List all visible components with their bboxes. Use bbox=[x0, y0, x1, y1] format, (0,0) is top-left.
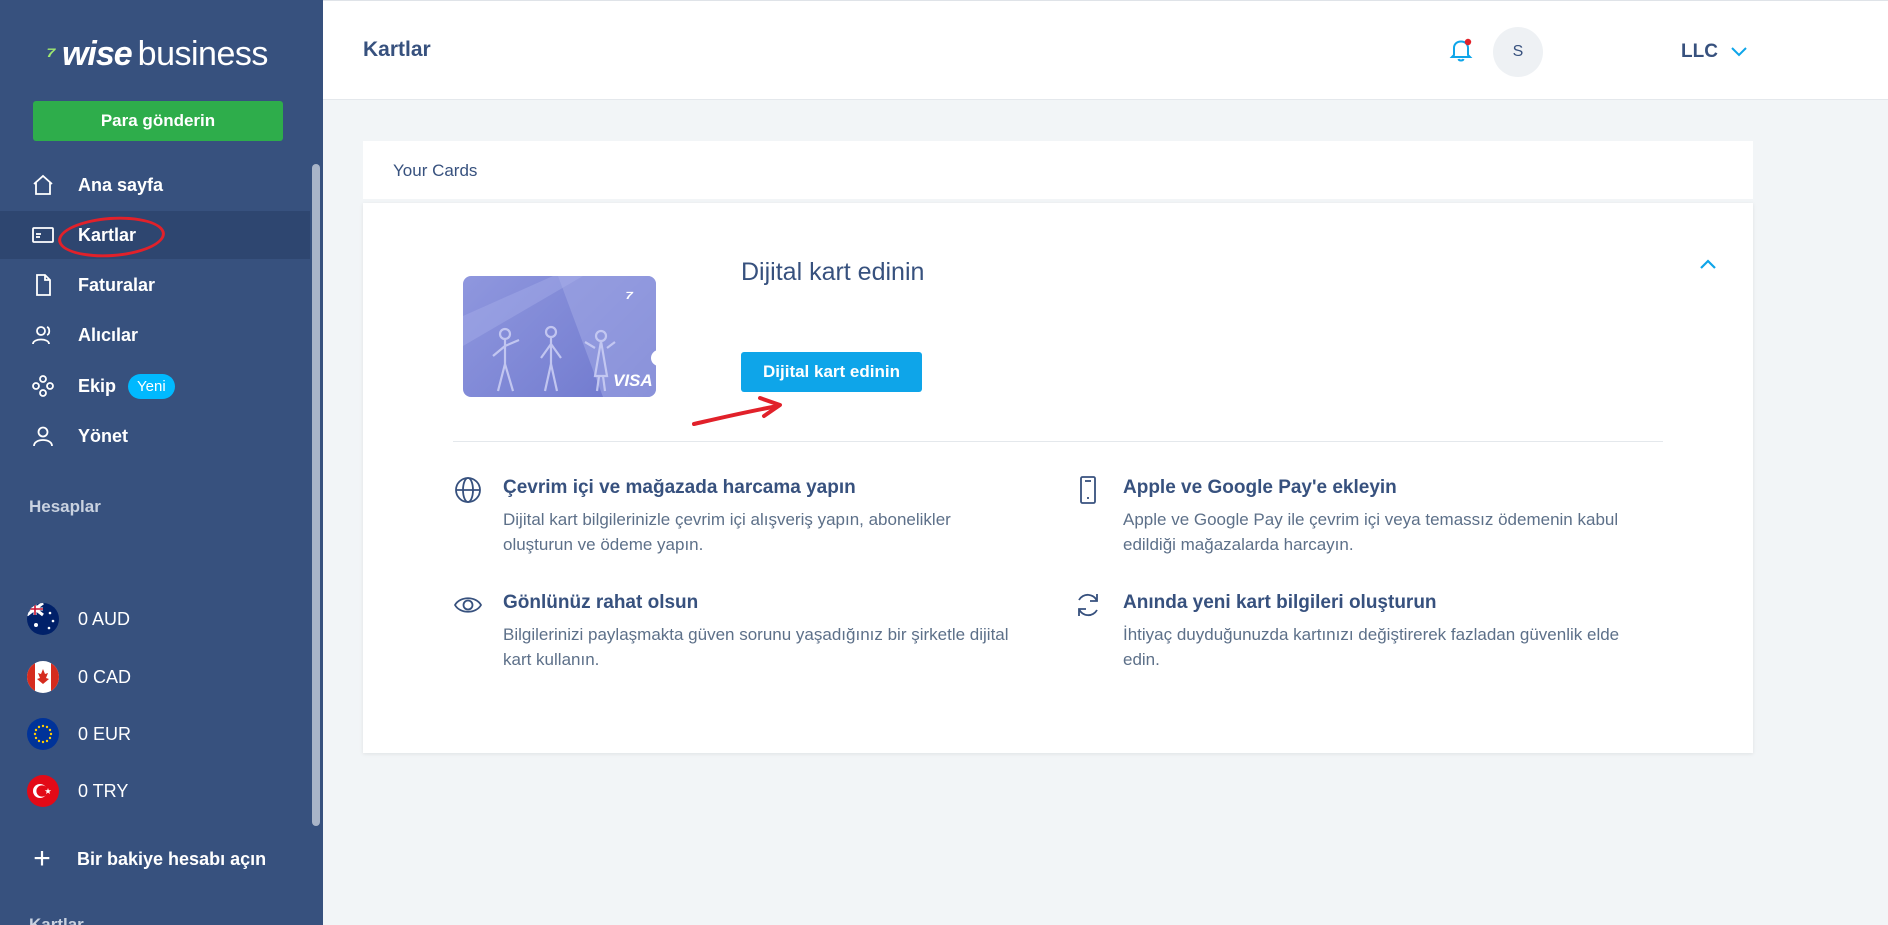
card-icon bbox=[30, 222, 56, 248]
get-digital-card-button[interactable]: Dijital kart edinin bbox=[741, 352, 922, 392]
accounts-section-label: Hesaplar bbox=[29, 497, 101, 516]
plus-icon: + bbox=[33, 842, 51, 875]
sidebar-item-label: Ekip bbox=[78, 375, 117, 396]
account-balance: 0 EUR bbox=[78, 723, 132, 744]
top-header: Kartlar S LLC bbox=[323, 0, 1888, 100]
canada-flag-icon bbox=[27, 661, 59, 693]
eu-flag-icon bbox=[27, 718, 59, 750]
account-try[interactable]: 0 TRY bbox=[0, 767, 310, 815]
sidebar-scrollbar[interactable] bbox=[312, 164, 320, 826]
feature-title: Anında yeni kart bilgileri oluşturun bbox=[1123, 592, 1437, 613]
eye-icon bbox=[453, 590, 483, 620]
sidebar-item-manage[interactable]: Yönet bbox=[0, 412, 310, 460]
sidebar-item-label: Yönet bbox=[78, 425, 129, 446]
wise-flag-icon: ⁷ bbox=[46, 38, 56, 69]
account-switcher[interactable]: LLC bbox=[1681, 41, 1748, 63]
home-icon bbox=[30, 172, 56, 198]
feature-title: Gönlünüz rahat olsun bbox=[503, 592, 699, 613]
user-icon bbox=[30, 423, 56, 449]
sidebar-item-invoices[interactable]: Faturalar bbox=[0, 261, 310, 309]
account-name: LLC bbox=[1681, 41, 1718, 62]
recipients-icon bbox=[30, 322, 56, 348]
sidebar-item-label: Faturalar bbox=[78, 274, 156, 295]
sidebar-item-recipients[interactable]: Alıcılar bbox=[0, 311, 310, 359]
sidebar-item-label: Ana sayfa bbox=[78, 174, 164, 195]
account-eur[interactable]: 0 EUR bbox=[0, 710, 310, 758]
document-icon bbox=[30, 272, 56, 298]
phone-icon bbox=[1073, 475, 1103, 505]
account-cad[interactable]: 0 CAD bbox=[0, 653, 310, 701]
page-title: Kartlar bbox=[363, 38, 431, 61]
divider bbox=[453, 441, 1663, 442]
account-balance: 0 CAD bbox=[78, 666, 132, 687]
wise-card-logo-icon: ⁷ bbox=[625, 284, 634, 309]
feature-description: Apple ve Google Pay ile çevrim içi veya … bbox=[1123, 510, 1619, 554]
chevron-down-icon bbox=[1731, 47, 1747, 57]
logo-brand: wise bbox=[61, 34, 133, 73]
your-cards-label: Your Cards bbox=[393, 161, 478, 180]
feature-title: Çevrim içi ve mağazada harcama yapın bbox=[503, 477, 856, 498]
feature-description: Dijital kart bilgilerinizle çevrim içi a… bbox=[503, 510, 951, 554]
new-badge: Yeni bbox=[128, 373, 175, 399]
sidebar: ⁷ wise business Para gönderin Ana sayfa K… bbox=[0, 0, 323, 925]
wise-business-logo[interactable]: ⁷ wise business bbox=[46, 34, 268, 74]
feature-title: Apple ve Google Pay'e ekleyin bbox=[1123, 477, 1397, 498]
avatar-initials: S bbox=[1512, 43, 1524, 60]
sidebar-item-team[interactable]: Ekip Yeni bbox=[0, 362, 310, 410]
sidebar-item-label: Alıcılar bbox=[78, 324, 139, 345]
sidebar-cutoff-section: Kartlar bbox=[29, 915, 84, 925]
account-balance: 0 AUD bbox=[78, 608, 131, 629]
account-balance: 0 TRY bbox=[78, 780, 129, 801]
card-illustration: ⁷ VISA bbox=[463, 276, 656, 397]
account-aud[interactable]: 0 AUD bbox=[0, 595, 310, 643]
globe-icon bbox=[453, 475, 483, 505]
collapse-chevron-up-icon[interactable] bbox=[1697, 253, 1719, 275]
open-account-label: Bir bakiye hesabı açın bbox=[77, 848, 267, 869]
avatar[interactable]: S bbox=[1493, 27, 1543, 77]
turkey-flag-icon bbox=[27, 775, 59, 807]
your-cards-tab[interactable]: Your Cards bbox=[363, 141, 1753, 199]
send-money-button[interactable]: Para gönderin bbox=[33, 101, 283, 141]
refresh-icon bbox=[1073, 590, 1103, 620]
notification-bell-icon[interactable] bbox=[1446, 35, 1476, 65]
australia-flag-icon bbox=[27, 603, 59, 635]
sidebar-item-home[interactable]: Ana sayfa bbox=[0, 161, 310, 209]
open-balance-account-button[interactable]: + Bir bakiye hesabı açın bbox=[0, 835, 310, 883]
digital-card-panel: ⁷ VISA Dijital kart edinin Dijital kart … bbox=[363, 203, 1753, 753]
logo-suffix: business bbox=[137, 34, 269, 73]
panel-title: Dijital kart edinin bbox=[741, 258, 925, 286]
feature-description: İhtiyaç duyduğunuzda kartınızı değiştire… bbox=[1123, 625, 1620, 669]
feature-description: Bilgilerinizi paylaşmakta güven sorunu y… bbox=[503, 625, 1009, 669]
team-icon bbox=[30, 373, 56, 399]
visa-logo: VISA bbox=[613, 371, 653, 390]
annotation-arrow bbox=[692, 396, 782, 426]
